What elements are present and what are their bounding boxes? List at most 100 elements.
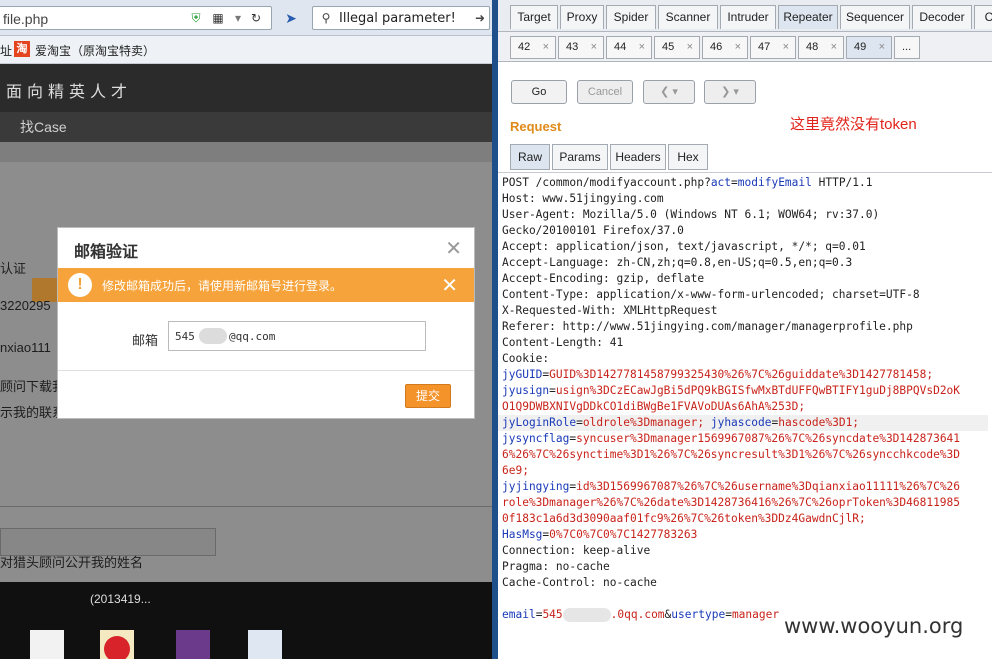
site-header: 面向精英人才 — [0, 64, 492, 112]
tab-repeater[interactable]: Repeater — [778, 5, 838, 29]
header-line: Pragma: no-cache — [502, 560, 610, 573]
cancel-button[interactable]: Cancel — [577, 80, 633, 104]
alert-close-icon[interactable]: ✕ — [441, 273, 458, 298]
forward-button[interactable]: ❯ ▾ — [704, 80, 756, 104]
search-go-icon[interactable]: ➜ — [473, 11, 487, 25]
close-icon[interactable]: × — [639, 37, 645, 58]
redaction-blur — [199, 328, 227, 344]
repeater-tab[interactable]: 48 × — [798, 36, 844, 59]
search-icon: ⚲ — [321, 11, 331, 25]
close-icon[interactable]: × — [591, 37, 597, 58]
close-icon[interactable]: × — [783, 37, 789, 58]
cookie-value: 6%26%7C%26synctime%3D1%26%7C%26syncresul… — [502, 448, 961, 461]
search-bar[interactable]: ⚲ Illegal parameter! ➜ — [312, 6, 490, 30]
email-label: 邮箱 — [132, 333, 159, 348]
go-button[interactable]: Go — [511, 80, 567, 104]
cookie-line: 0f183c1a6d3d3090aaf01fc9%26%7C%26token%3… — [502, 511, 988, 527]
tab-decoder[interactable]: Decoder — [912, 5, 972, 29]
cookie-value: id%3D1569967087%26%7C%26username%3Dqianx… — [576, 480, 961, 493]
address-bar[interactable]: file.php ⛨ ▦ ▾ ↻ — [0, 6, 272, 30]
reload-icon[interactable]: ↻ — [249, 11, 263, 25]
tab-scanner[interactable]: Scanner — [658, 5, 718, 29]
param-eq: = — [731, 176, 738, 189]
repeater-tab-label: 42 — [518, 41, 531, 53]
under-text-download: 顾问下载我 — [0, 379, 66, 394]
request-label: Request — [510, 119, 562, 134]
screenshot-icon[interactable] — [248, 630, 282, 659]
tab-intruder[interactable]: Intruder — [720, 5, 776, 29]
under-text-verify: 认证 — [0, 261, 27, 276]
close-icon[interactable]: × — [831, 37, 837, 58]
header-line: Connection: keep-alive — [502, 544, 651, 557]
cookie-value: syncuser%3Dmanager1569967087%26%7C%26syn… — [576, 432, 961, 445]
header-line: Gecko/20100101 Firefox/37.0 — [502, 224, 684, 237]
repeater-tab[interactable]: 45 × — [654, 36, 700, 59]
extension-icon[interactable]: ➤ — [284, 11, 298, 25]
nav-find-case[interactable]: 找Case — [20, 117, 67, 137]
search-input-text: Illegal parameter! — [339, 11, 456, 26]
tab-comparer[interactable]: C — [974, 5, 992, 29]
tab-headers[interactable]: Headers — [610, 144, 666, 170]
dropdown-arrow-icon[interactable]: ▾ — [231, 11, 245, 25]
request-method: POST /common/modifyaccount.php? — [502, 176, 711, 189]
back-button[interactable]: ❮ ▾ — [643, 80, 695, 104]
tab-target[interactable]: Target — [510, 5, 558, 29]
tab-proxy[interactable]: Proxy — [560, 5, 604, 29]
request-text[interactable]: POST /common/modifyaccount.php?act=modif… — [498, 175, 988, 623]
address-bar-text: file.php — [3, 11, 49, 27]
repeater-tab[interactable]: 43 × — [558, 36, 604, 59]
cookie-value: GUID%3D1427781458799325430%26%7C%26guidd… — [549, 368, 934, 381]
cookie-value: 0%7C0%7C0%7C1427783263 — [549, 528, 698, 541]
bookmark-item[interactable]: 址 — [0, 42, 12, 59]
email-value-suffix: @qq.com — [229, 330, 276, 343]
archive-icon[interactable] — [176, 630, 210, 659]
dialog-title: 邮箱验证 — [74, 244, 139, 261]
header-line: Cache-Control: no-cache — [502, 576, 657, 589]
cookie-line-highlighted: jyLoginRole=oldrole%3Dmanager; jyhascode… — [498, 415, 988, 431]
close-icon[interactable]: × — [687, 37, 693, 58]
cookie-key: jyusign — [502, 384, 550, 397]
repeater-tab[interactable]: 47 × — [750, 36, 796, 59]
cookie-key: jyLoginRole — [502, 416, 577, 429]
close-icon[interactable]: × — [735, 37, 741, 58]
site-logo[interactable]: 面向精英人才 — [6, 78, 132, 102]
desktop-strip: (2013419... — [0, 582, 492, 659]
repeater-tab-new[interactable]: ... — [894, 36, 920, 59]
request-line: POST /common/modifyaccount.php?act=modif… — [502, 175, 988, 191]
header-line: Referer: http://www.51jingying.com/manag… — [502, 320, 913, 333]
param-key: act — [710, 176, 732, 189]
bookmark-taobao[interactable]: 爱淘宝（原淘宝特卖） — [35, 42, 155, 59]
qrcode-icon[interactable]: ▦ — [211, 11, 225, 25]
close-icon[interactable]: × — [879, 37, 885, 58]
repeater-tab-label: 48 — [806, 41, 819, 53]
tab-sequencer[interactable]: Sequencer — [840, 5, 910, 29]
repeater-tab[interactable]: 46 × — [702, 36, 748, 59]
divider — [0, 506, 492, 507]
repeater-tab[interactable]: 42 × — [510, 36, 556, 59]
email-verify-dialog: 邮箱验证 ✕ ! 修改邮箱成功后，请使用新邮箱号进行登录。 ✕ 邮箱 545 @… — [57, 227, 475, 419]
submit-button[interactable]: 提交 — [405, 384, 451, 408]
annotation-text: 这里竟然没有token — [790, 116, 917, 133]
browser-toolbar: file.php ⛨ ▦ ▾ ↻ ➤ ⚲ Illegal parameter! … — [0, 0, 492, 36]
header-line: Content-Length: 41 — [502, 336, 624, 349]
shield-icon[interactable]: ⛨ — [189, 11, 203, 25]
repeater-tab-label: 47 — [758, 41, 771, 53]
under-text-name-public: 对猎头顾问公开我的姓名 — [0, 555, 144, 570]
tab-hex[interactable]: Hex — [668, 144, 708, 170]
document-icon[interactable] — [30, 630, 64, 659]
email-field[interactable]: 545 @qq.com — [168, 321, 426, 351]
tab-spider[interactable]: Spider — [606, 5, 656, 29]
close-icon[interactable]: ✕ — [445, 236, 462, 261]
body-value: .0qq.com — [610, 608, 665, 621]
cookie-line: O1Q9DWBXNIVgDDkCO1diBWgBe1FVAVoDUAs6AhA%… — [502, 399, 988, 415]
app-icon[interactable] — [100, 630, 134, 659]
request-editor[interactable]: POST /common/modifyaccount.php?act=modif… — [498, 172, 992, 659]
cookie-line: jyjingying=id%3D1569967087%26%7C%26usern… — [502, 480, 961, 493]
header-line: Accept-Encoding: gzip, deflate — [502, 272, 705, 285]
repeater-tab[interactable]: 44 × — [606, 36, 652, 59]
tab-raw[interactable]: Raw — [510, 144, 550, 170]
close-icon[interactable]: × — [543, 37, 549, 58]
tab-params[interactable]: Params — [552, 144, 608, 170]
repeater-tab-active[interactable]: 49 × — [846, 36, 892, 59]
